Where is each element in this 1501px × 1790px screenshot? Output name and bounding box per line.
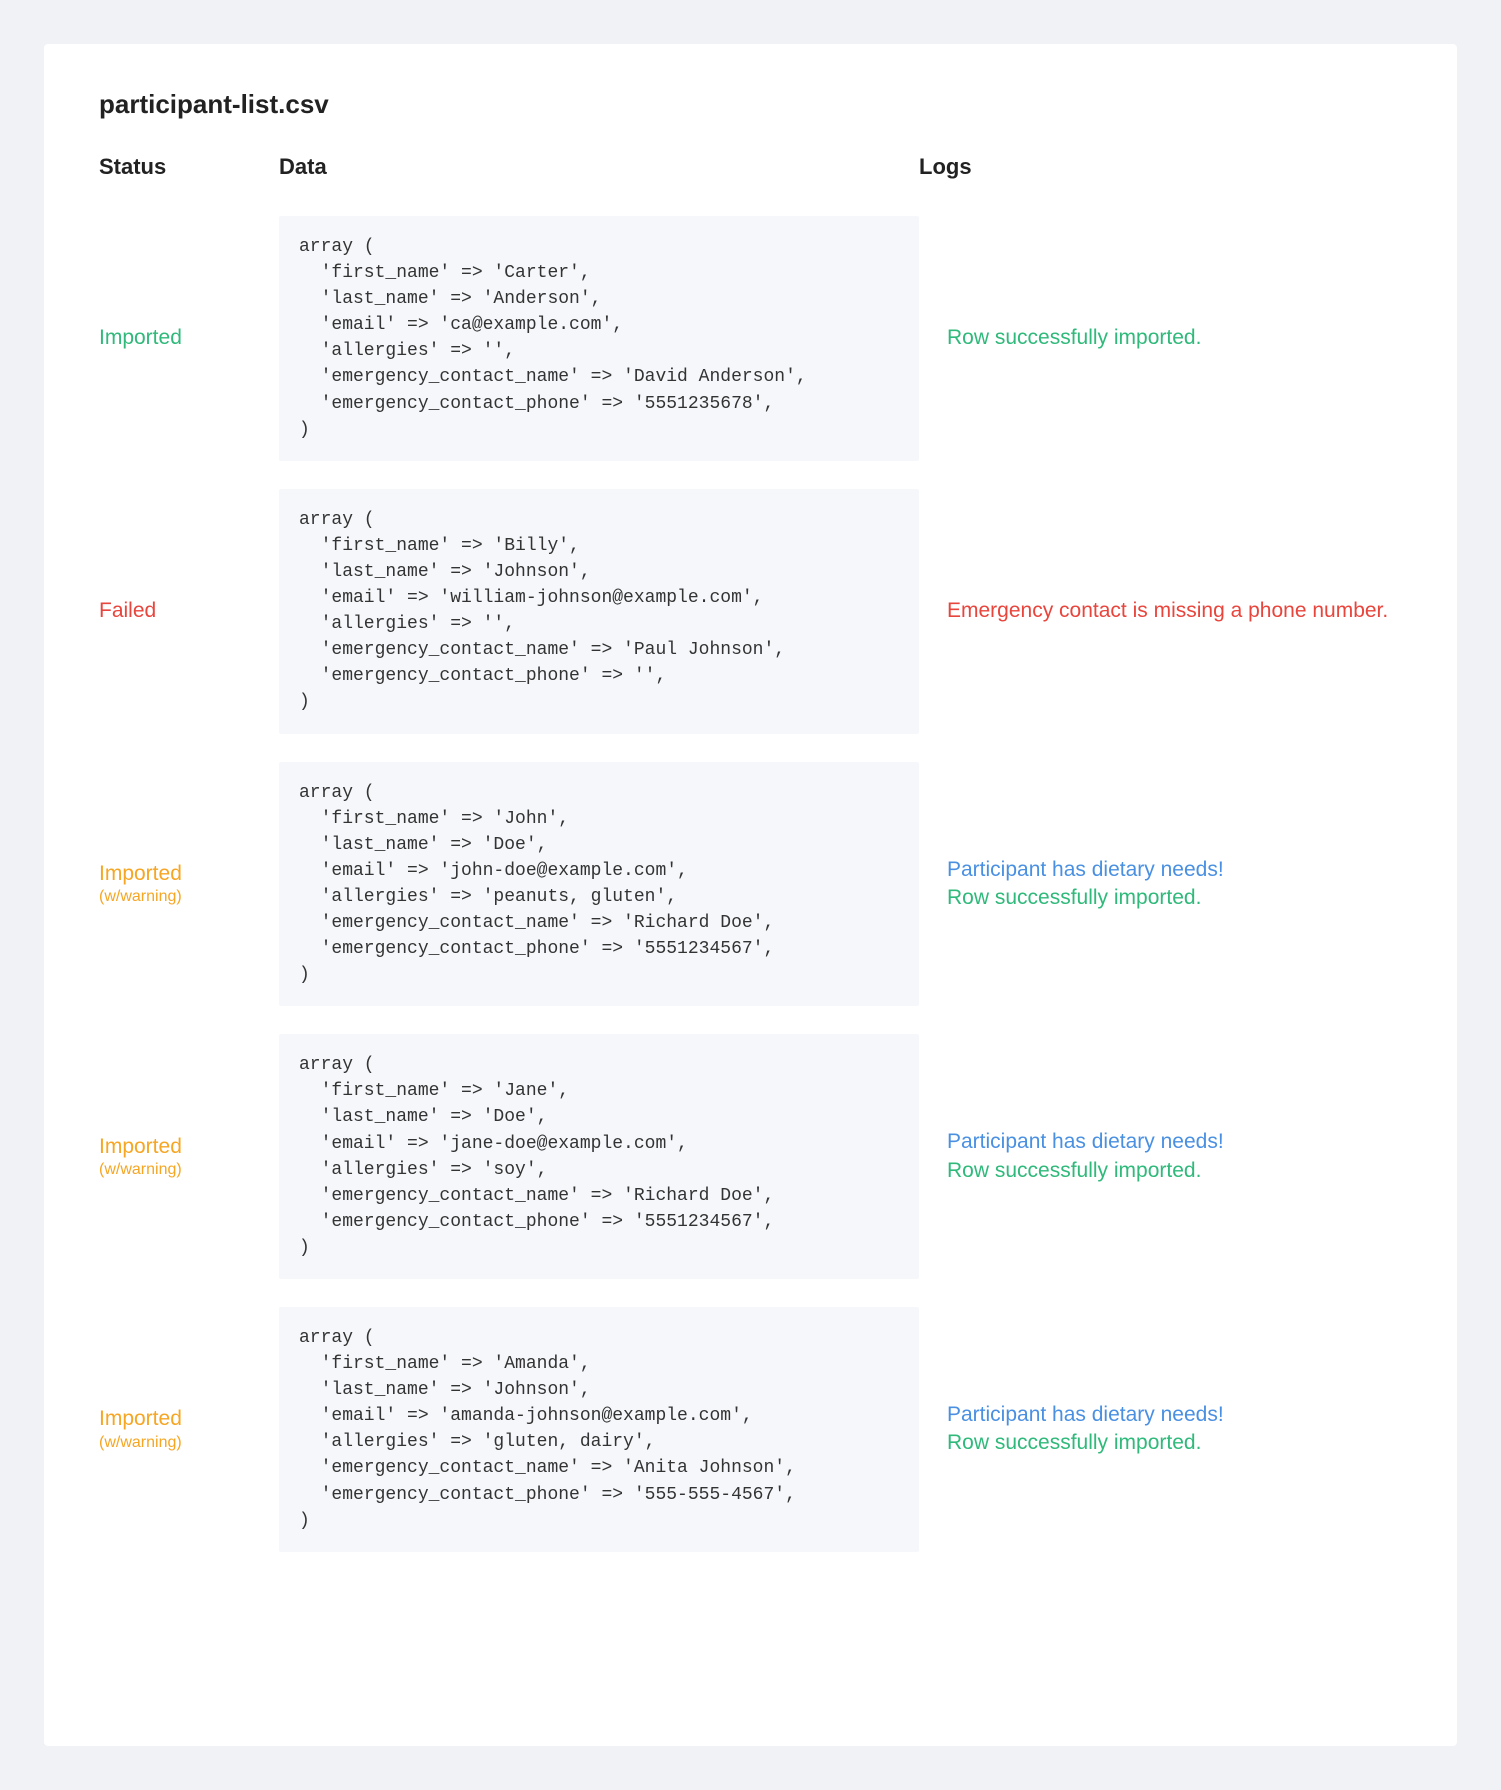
log-line-success: Row successfully imported. bbox=[947, 884, 1402, 912]
status-sublabel-warning: (w/warning) bbox=[99, 1160, 267, 1180]
logs-cell: Row successfully imported. bbox=[919, 202, 1402, 475]
status-cell: Imported(w/warning) bbox=[99, 748, 279, 1021]
log-line-success: Row successfully imported. bbox=[947, 324, 1402, 352]
table-row: Imported(w/warning)array ( 'first_name' … bbox=[99, 1020, 1402, 1293]
column-header-status: Status bbox=[99, 154, 279, 202]
status-sublabel-warning: (w/warning) bbox=[99, 1433, 267, 1453]
log-line-success: Row successfully imported. bbox=[947, 1429, 1402, 1457]
log-line-error: Emergency contact is missing a phone num… bbox=[947, 597, 1402, 625]
status-label-warning: Imported bbox=[99, 861, 267, 887]
status-cell: Failed bbox=[99, 475, 279, 748]
logs-cell: Participant has dietary needs!Row succes… bbox=[919, 1293, 1402, 1566]
data-codeblock: array ( 'first_name' => 'Jane', 'last_na… bbox=[279, 1034, 919, 1279]
log-line-info: Participant has dietary needs! bbox=[947, 856, 1402, 884]
table-row: Imported array ( 'first_name' => 'Carter'… bbox=[99, 202, 1402, 475]
data-cell: array ( 'first_name' => 'Billy', 'last_n… bbox=[279, 475, 919, 748]
status-cell: Imported bbox=[99, 202, 279, 475]
filename-heading: participant-list.csv bbox=[99, 89, 1402, 120]
data-codeblock: array ( 'first_name' => 'Amanda', 'last_… bbox=[279, 1307, 919, 1552]
log-line-info: Participant has dietary needs! bbox=[947, 1128, 1402, 1156]
logs-cell: Participant has dietary needs!Row succes… bbox=[919, 748, 1402, 1021]
status-cell: Imported(w/warning) bbox=[99, 1293, 279, 1566]
results-table: Status Data Logs Imported array ( 'first_… bbox=[99, 154, 1402, 1566]
data-codeblock: array ( 'first_name' => 'Billy', 'last_n… bbox=[279, 489, 919, 734]
status-label-imported: Imported bbox=[99, 325, 267, 351]
status-sublabel-warning: (w/warning) bbox=[99, 887, 267, 907]
table-row: Imported(w/warning)array ( 'first_name' … bbox=[99, 1293, 1402, 1566]
data-cell: array ( 'first_name' => 'Carter', 'last_… bbox=[279, 202, 919, 475]
table-row: Failed array ( 'first_name' => 'Billy', '… bbox=[99, 475, 1402, 748]
logs-cell: Emergency contact is missing a phone num… bbox=[919, 475, 1402, 748]
status-cell: Imported(w/warning) bbox=[99, 1020, 279, 1293]
log-line-success: Row successfully imported. bbox=[947, 1157, 1402, 1185]
data-codeblock: array ( 'first_name' => 'John', 'last_na… bbox=[279, 762, 919, 1007]
data-cell: array ( 'first_name' => 'John', 'last_na… bbox=[279, 748, 919, 1021]
data-codeblock: array ( 'first_name' => 'Carter', 'last_… bbox=[279, 216, 919, 461]
data-cell: array ( 'first_name' => 'Jane', 'last_na… bbox=[279, 1020, 919, 1293]
table-row: Imported(w/warning)array ( 'first_name' … bbox=[99, 748, 1402, 1021]
status-label-warning: Imported bbox=[99, 1134, 267, 1160]
column-header-data: Data bbox=[279, 154, 919, 202]
import-results-card: participant-list.csv Status Data Logs Im… bbox=[44, 44, 1457, 1746]
data-cell: array ( 'first_name' => 'Amanda', 'last_… bbox=[279, 1293, 919, 1566]
column-header-logs: Logs bbox=[919, 154, 1402, 202]
status-label-warning: Imported bbox=[99, 1406, 267, 1432]
log-line-info: Participant has dietary needs! bbox=[947, 1401, 1402, 1429]
status-label-failed: Failed bbox=[99, 598, 267, 624]
logs-cell: Participant has dietary needs!Row succes… bbox=[919, 1020, 1402, 1293]
